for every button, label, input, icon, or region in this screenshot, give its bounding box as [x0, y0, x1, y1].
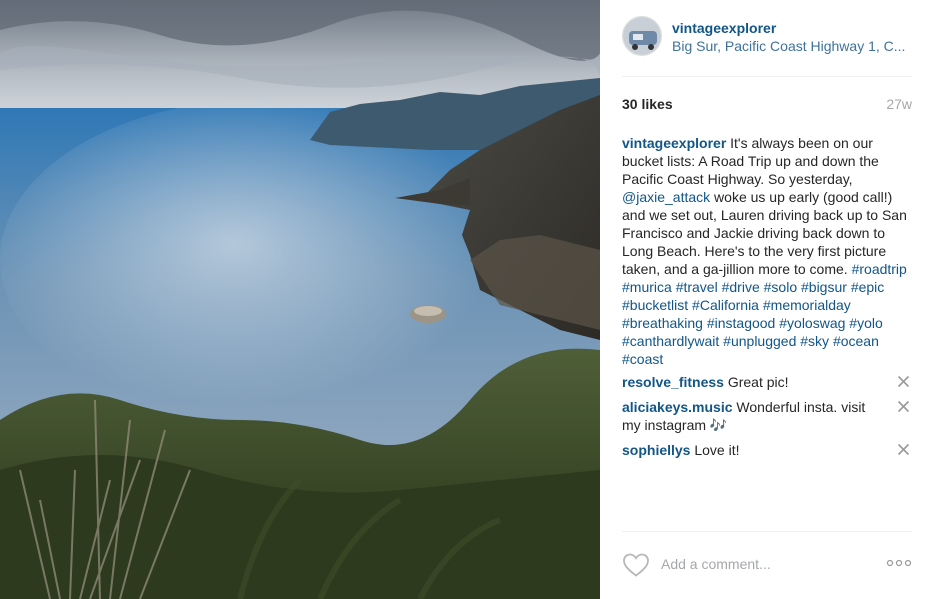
mention-link[interactable]: @jaxie_attack — [622, 189, 710, 205]
hashtag-link[interactable]: #drive — [722, 279, 760, 295]
comment-item: sophiellys Love it! — [622, 441, 912, 459]
hashtag-link[interactable]: #instagood — [707, 315, 776, 331]
close-icon[interactable] — [897, 443, 910, 456]
comment-author-link[interactable]: sophiellys — [622, 442, 690, 458]
avatar-image — [623, 17, 661, 55]
hashtag-link[interactable]: #yolo — [849, 315, 882, 331]
ellipsis-icon[interactable] — [886, 558, 912, 568]
hashtag-link[interactable]: #bigsur — [801, 279, 847, 295]
comment-item: aliciakeys.music Wonderful insta. visit … — [622, 398, 912, 434]
comment-item: resolve_fitness Great pic! — [622, 373, 912, 391]
post-sidebar: vintageexplorer Big Sur, Pacific Coast H… — [600, 0, 934, 599]
heart-outline-icon[interactable] — [622, 552, 650, 578]
add-comment-input[interactable]: Add a comment... — [661, 556, 771, 572]
hashtag-link[interactable]: #murica — [622, 279, 672, 295]
post-footer: Add a comment... — [622, 531, 912, 599]
hashtag-link[interactable]: #bucketlist — [622, 297, 688, 313]
hashtag-link[interactable]: #epic — [851, 279, 884, 295]
post-username-link[interactable]: vintageexplorer — [672, 19, 910, 37]
hashtag-link[interactable]: #California — [692, 297, 759, 313]
likes-count[interactable]: 30 likes — [622, 96, 673, 112]
hashtag-link[interactable]: #breathaking — [622, 315, 703, 331]
post-meta: 30 likes 27w — [622, 96, 912, 112]
comment-author-link[interactable]: resolve_fitness — [622, 374, 724, 390]
hashtag-link[interactable]: #solo — [764, 279, 797, 295]
coastline-photo-image — [0, 0, 600, 599]
post-caption: vintageexplorer It's always been on our … — [622, 134, 912, 368]
comment-text: Love it! — [690, 442, 740, 458]
caption-author-link[interactable]: vintageexplorer — [622, 135, 726, 151]
hashtag-link[interactable]: #yoloswag — [779, 315, 845, 331]
post-photo[interactable] — [0, 0, 600, 599]
post-header: vintageexplorer Big Sur, Pacific Coast H… — [622, 16, 912, 77]
close-icon[interactable] — [897, 400, 910, 413]
hashtag-link[interactable]: #coast — [622, 351, 663, 367]
hashtag-link[interactable]: #travel — [676, 279, 718, 295]
avatar[interactable] — [622, 16, 662, 56]
comment-author-link[interactable]: aliciakeys.music — [622, 399, 733, 415]
post-age[interactable]: 27w — [886, 96, 912, 112]
hashtag-link[interactable]: #unplugged — [723, 333, 796, 349]
hashtag-link[interactable]: #canthardlywait — [622, 333, 719, 349]
close-icon[interactable] — [897, 375, 910, 388]
hashtag-link[interactable]: #ocean — [833, 333, 879, 349]
header-text: vintageexplorer Big Sur, Pacific Coast H… — [672, 19, 910, 76]
hashtag-link[interactable]: #roadtrip — [852, 261, 907, 277]
hashtag-link[interactable]: #sky — [800, 333, 829, 349]
comment-text: Great pic! — [723, 374, 789, 390]
post-location-link[interactable]: Big Sur, Pacific Coast Highway 1, C... — [672, 37, 910, 55]
instagram-post: vintageexplorer Big Sur, Pacific Coast H… — [0, 0, 934, 599]
comments-list: vintageexplorer It's always been on our … — [622, 134, 912, 466]
hashtag-link[interactable]: #memorialday — [763, 297, 851, 313]
